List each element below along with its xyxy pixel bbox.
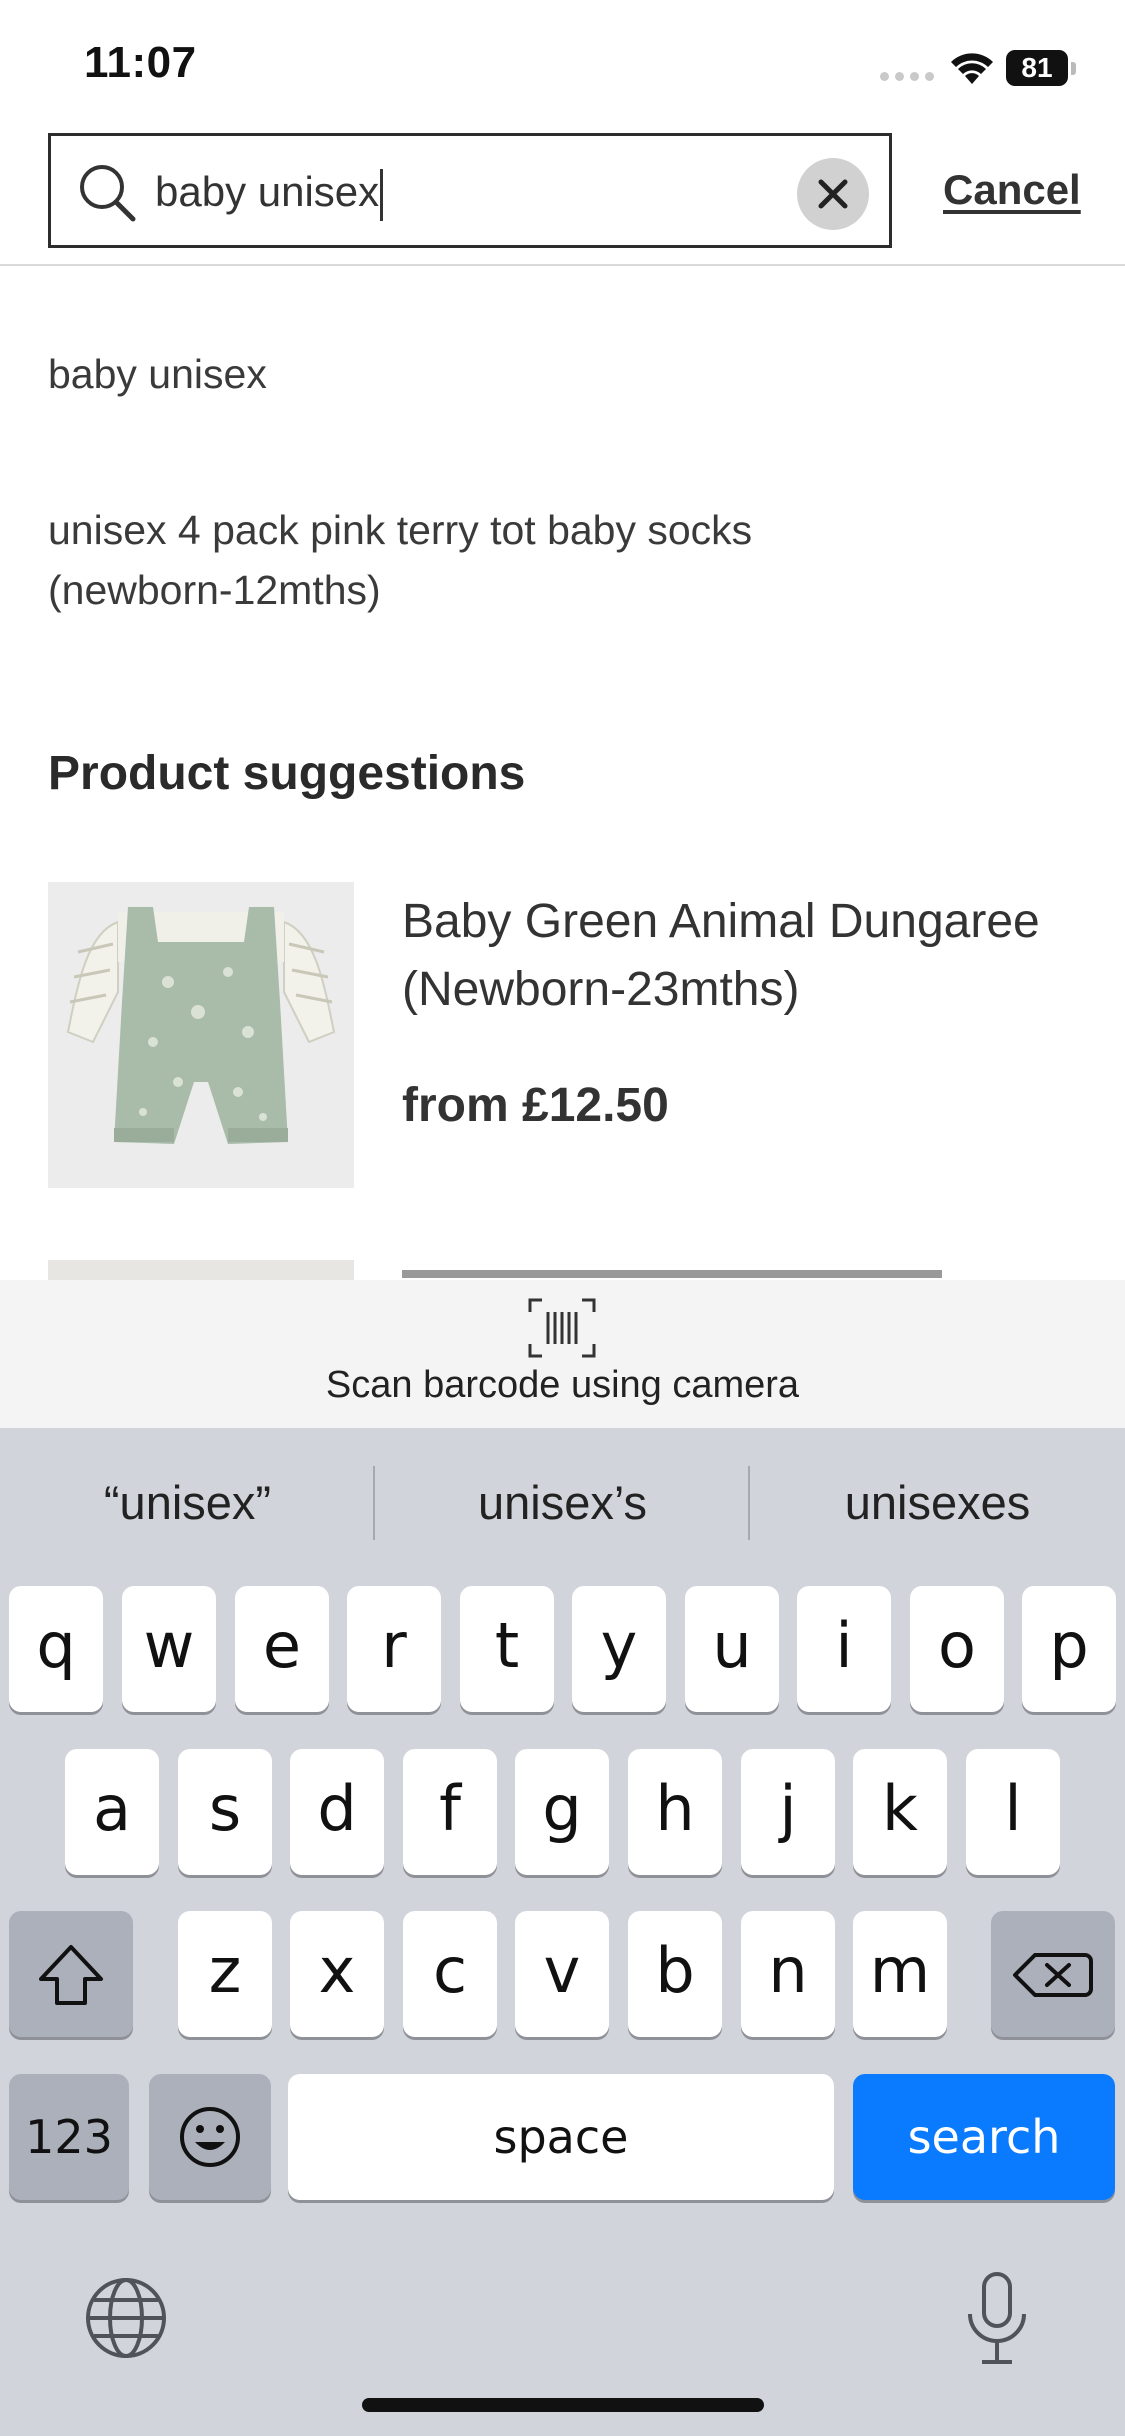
close-icon [818,179,848,209]
product-image[interactable] [48,882,354,1188]
shift-key[interactable] [9,1911,133,2037]
cancel-button[interactable]: Cancel [943,166,1081,214]
key-n[interactable]: n [741,1911,835,2037]
key-q[interactable]: q [9,1586,103,1712]
barcode-scan-icon [528,1298,596,1358]
key-d[interactable]: d [290,1749,384,1875]
header-divider [0,264,1125,266]
prediction-suggestion[interactable]: “unisex” [0,1428,375,1578]
key-h[interactable]: h [628,1749,722,1875]
key-b[interactable]: b [628,1911,722,2037]
section-title: Product suggestions [48,747,526,800]
search-field[interactable]: baby unisex [48,133,892,248]
scan-barcode-label[interactable]: Scan barcode using camera [0,1364,1125,1407]
search-input[interactable]: baby unisex [155,160,835,224]
search-query: baby unisex [155,168,380,215]
battery-level: 81 [1006,50,1068,86]
key-w[interactable]: w [122,1586,216,1712]
space-key[interactable]: space [288,2074,834,2200]
key-t[interactable]: t [460,1586,554,1712]
key-e[interactable]: e [235,1586,329,1712]
search-suggestion[interactable]: unisex 4 pack pink terry tot baby socks … [48,500,848,620]
key-a[interactable]: a [65,1749,159,1875]
key-j[interactable]: j [741,1749,835,1875]
numbers-key[interactable]: 123 [9,2074,129,2200]
key-i[interactable]: i [797,1586,891,1712]
home-indicator[interactable] [362,2398,764,2412]
key-s[interactable]: s [178,1749,272,1875]
key-p[interactable]: p [1022,1586,1116,1712]
search-suggestion[interactable]: baby unisex [48,344,267,404]
key-v[interactable]: v [515,1911,609,2037]
key-m[interactable]: m [853,1911,947,2037]
key-g[interactable]: g [515,1749,609,1875]
cellular-signal-icon [880,72,934,81]
dungaree-image [48,882,354,1188]
key-u[interactable]: u [685,1586,779,1712]
product-image[interactable] [48,1260,354,1280]
globe-icon[interactable] [82,2274,170,2362]
prediction-suggestion[interactable]: unisex’s [375,1428,750,1578]
key-o[interactable]: o [910,1586,1004,1712]
microphone-icon[interactable] [962,2270,1032,2368]
prediction-suggestion[interactable]: unisexes [750,1428,1125,1578]
key-c[interactable]: c [403,1911,497,2037]
clear-search-button[interactable] [797,158,869,230]
battery-icon: 81 [1006,50,1078,88]
key-f[interactable]: f [403,1749,497,1875]
product-name-cropped[interactable] [402,1258,1002,1280]
key-r[interactable]: r [347,1586,441,1712]
key-x[interactable]: x [290,1911,384,2037]
key-z[interactable]: z [178,1911,272,2037]
product-name[interactable]: Baby Green Animal Dungaree (Newborn-23mt… [402,888,1082,1024]
status-time: 11:07 [84,38,197,87]
product-price: from £12.50 [402,1079,669,1132]
key-l[interactable]: l [966,1749,1060,1875]
backspace-icon [1013,1953,1093,1997]
wifi-icon [951,53,993,84]
search-key[interactable]: search [853,2074,1115,2200]
emoji-icon [180,2107,240,2167]
key-y[interactable]: y [572,1586,666,1712]
key-k[interactable]: k [853,1749,947,1875]
delete-key[interactable] [991,1911,1115,2037]
text-caret [380,168,384,221]
emoji-key[interactable] [149,2074,271,2200]
search-icon [80,165,136,222]
shift-icon [39,1945,103,2005]
